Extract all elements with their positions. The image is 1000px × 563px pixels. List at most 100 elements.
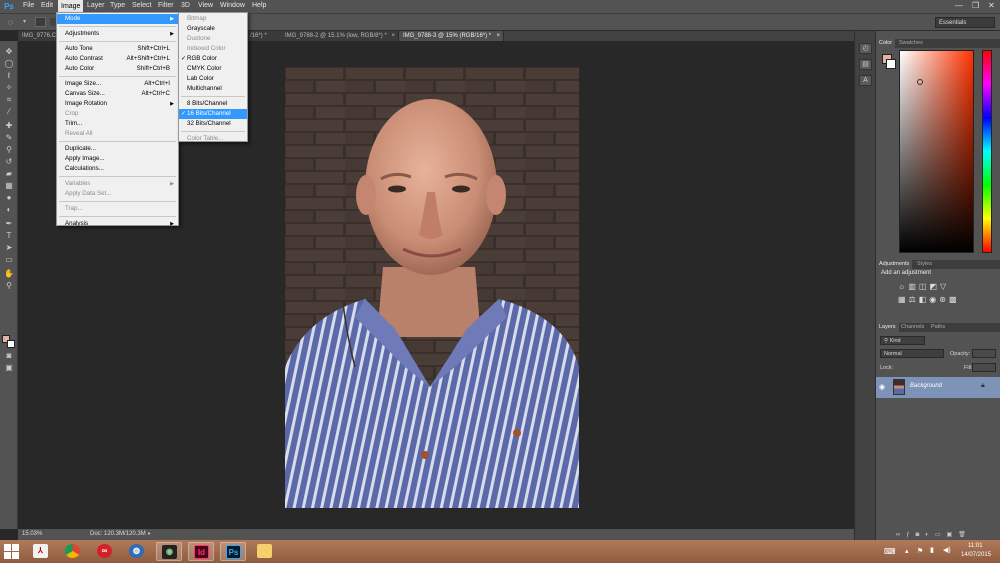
image-menu-item-apply-image[interactable]: Apply Image... (57, 154, 178, 164)
mode-menu-item-rgb-color[interactable]: ✓ RGB Color (179, 54, 247, 64)
opacity-field[interactable] (972, 349, 996, 358)
history-brush-icon[interactable]: ↺ (3, 157, 15, 167)
brightness-icon[interactable]: ☼ (898, 282, 908, 291)
group-icon[interactable]: ▭ (935, 532, 947, 538)
taskbar-app-blue[interactable]: ◍ (124, 542, 150, 561)
layer-kind-filter[interactable]: ⚲ Kind (880, 336, 925, 345)
mode-menu-item-lab-color[interactable]: Lab Color (179, 74, 247, 84)
taskbar-camera-app[interactable]: ◉ (156, 542, 182, 561)
tab-layers[interactable]: Layers (876, 323, 899, 332)
adjustment-layer-icon[interactable]: ◐ (925, 532, 935, 538)
new-layer-icon[interactable]: ▣ (947, 532, 959, 538)
portrait-photo[interactable] (285, 67, 579, 508)
chevron-right-icon[interactable]: ▸ (148, 529, 151, 540)
move-tool-icon[interactable]: ✥ (3, 47, 15, 57)
taskbar-creative-cloud[interactable]: ∞ (92, 542, 118, 561)
screen-mode-icon[interactable]: ▣ (3, 363, 15, 373)
history-icon[interactable]: ◴ (859, 43, 872, 54)
taskbar-chrome[interactable] (60, 542, 86, 561)
menu-3d[interactable]: 3D (181, 2, 190, 9)
menu-view[interactable]: View (198, 2, 213, 9)
image-menu-item-image-rotation[interactable]: Image Rotation ▶ (57, 99, 178, 109)
color-field[interactable] (899, 50, 974, 253)
workspace-switcher[interactable]: Essentials (935, 17, 995, 28)
mode-menu-item-cmyk-color[interactable]: CMYK Color (179, 64, 247, 74)
new-selection-icon[interactable] (35, 17, 46, 27)
fill-field[interactable] (972, 363, 996, 372)
image-menu-item-analysis[interactable]: Analysis ▶ (57, 219, 178, 229)
fx-icon[interactable]: ƒ (906, 532, 915, 538)
lasso-icon[interactable]: ◌ (8, 17, 13, 27)
exposure-icon[interactable]: ◩ (929, 282, 940, 291)
menu-type[interactable]: Type (110, 2, 125, 9)
mode-menu-item-grayscale[interactable]: Grayscale (179, 24, 247, 34)
eye-icon[interactable]: ◉ (879, 383, 885, 391)
quick-mask-icon[interactable]: ◙ (3, 351, 15, 361)
blend-mode-select[interactable]: Normal (880, 349, 944, 358)
tab-swatches[interactable]: Swatches (896, 39, 926, 48)
zoom-tool-icon[interactable]: ⚲ (3, 281, 15, 291)
menu-file[interactable]: File (23, 2, 34, 9)
clone-stamp-icon[interactable]: ⚲ (3, 145, 15, 155)
tab-img-9788-2[interactable]: IMG_9788-2 @ 15.1% (low, RGB/8*) * × (281, 31, 399, 41)
tab-styles[interactable]: Styles (914, 260, 935, 269)
link-icon[interactable]: ∞ (896, 532, 906, 538)
healing-brush-icon[interactable]: ✚ (3, 121, 15, 131)
menu-edit[interactable]: Edit (41, 2, 53, 9)
image-menu-item-image-size[interactable]: Image Size... Alt+Ctrl+I (57, 79, 178, 89)
mode-menu-item-8-bits-channel[interactable]: 8 Bits/Channel (179, 99, 247, 109)
lasso-tool-icon[interactable]: ℓ (3, 71, 15, 81)
image-menu-item-mode[interactable]: Mode ▶ (57, 14, 178, 24)
image-menu-item-auto-contrast[interactable]: Auto Contrast Alt+Shift+Ctrl+L (57, 54, 178, 64)
shape-tool-icon[interactable]: ▭ (3, 255, 15, 265)
menu-layer[interactable]: Layer (87, 2, 105, 9)
character-icon[interactable]: A (859, 75, 872, 86)
levels-icon[interactable]: ▥ (908, 282, 919, 291)
properties-icon[interactable]: ▤ (859, 59, 872, 70)
mask-icon[interactable]: ◙ (916, 532, 926, 538)
lookup-icon[interactable]: ▩ (949, 295, 960, 304)
image-menu-item-calculations[interactable]: Calculations... (57, 164, 178, 174)
tab-adjustments[interactable]: Adjustments (876, 260, 913, 269)
menu-help[interactable]: Help (252, 2, 266, 9)
hue-slider[interactable] (982, 50, 992, 253)
image-menu-item-auto-color[interactable]: Auto Color Shift+Ctrl+B (57, 64, 178, 74)
tab-channels[interactable]: Channels (898, 323, 927, 332)
hand-tool-icon[interactable]: ✋ (3, 269, 15, 279)
photo-filter-icon[interactable]: ◉ (929, 295, 939, 304)
image-menu-item-duplicate[interactable]: Duplicate... (57, 144, 178, 154)
zoom-level[interactable]: 15.03% (22, 529, 42, 540)
taskbar-indesign[interactable]: Id (188, 542, 214, 561)
eyedropper-icon[interactable]: ⁄ (3, 107, 15, 117)
taskbar-acrobat[interactable]: ⅄ (28, 542, 54, 561)
mixer-icon[interactable]: ⊛ (939, 295, 949, 304)
image-menu-item-canvas-size[interactable]: Canvas Size... Alt+Ctrl+C (57, 89, 178, 99)
taskbar-explorer[interactable] (252, 542, 278, 561)
taskbar-photoshop[interactable]: Ps (220, 542, 246, 561)
chevron-down-icon[interactable]: ▾ (23, 18, 26, 25)
windows-start-icon[interactable] (4, 544, 19, 559)
close-icon[interactable]: × (496, 31, 500, 41)
pen-tool-icon[interactable]: ✒ (3, 219, 15, 229)
tray-arrow-icon[interactable]: ▴ (905, 547, 909, 555)
gradient-tool-icon[interactable]: ▦ (3, 181, 15, 191)
crop-tool-icon[interactable]: ⌗ (3, 95, 15, 105)
image-menu-item-adjustments[interactable]: Adjustments ▶ (57, 29, 178, 39)
color-picker-handle[interactable] (917, 79, 923, 85)
clock-date[interactable]: 14/07/2015 (961, 552, 991, 558)
tab-img-9776[interactable]: IMG_9776.C (18, 31, 58, 41)
background-color-swatch[interactable] (7, 340, 15, 348)
color-balance-icon[interactable]: ⚖ (909, 295, 919, 304)
dodge-tool-icon[interactable]: ◐ (3, 205, 15, 215)
image-menu-item-auto-tone[interactable]: Auto Tone Shift+Ctrl+L (57, 44, 178, 54)
volume-icon[interactable]: ◀) (943, 546, 951, 554)
minimize-icon[interactable]: — (955, 1, 963, 10)
close-icon[interactable]: ✕ (988, 1, 995, 10)
bw-icon[interactable]: ◧ (919, 295, 930, 304)
magic-wand-icon[interactable]: ✧ (3, 83, 15, 93)
layer-row-background[interactable]: ◉ Background 🔒︎ (876, 377, 1000, 398)
background-swatch[interactable] (886, 59, 896, 69)
vibrance-icon[interactable]: ▽ (940, 282, 949, 291)
hue-sat-icon[interactable]: ▦ (898, 295, 909, 304)
tab-paths[interactable]: Paths (928, 323, 948, 332)
